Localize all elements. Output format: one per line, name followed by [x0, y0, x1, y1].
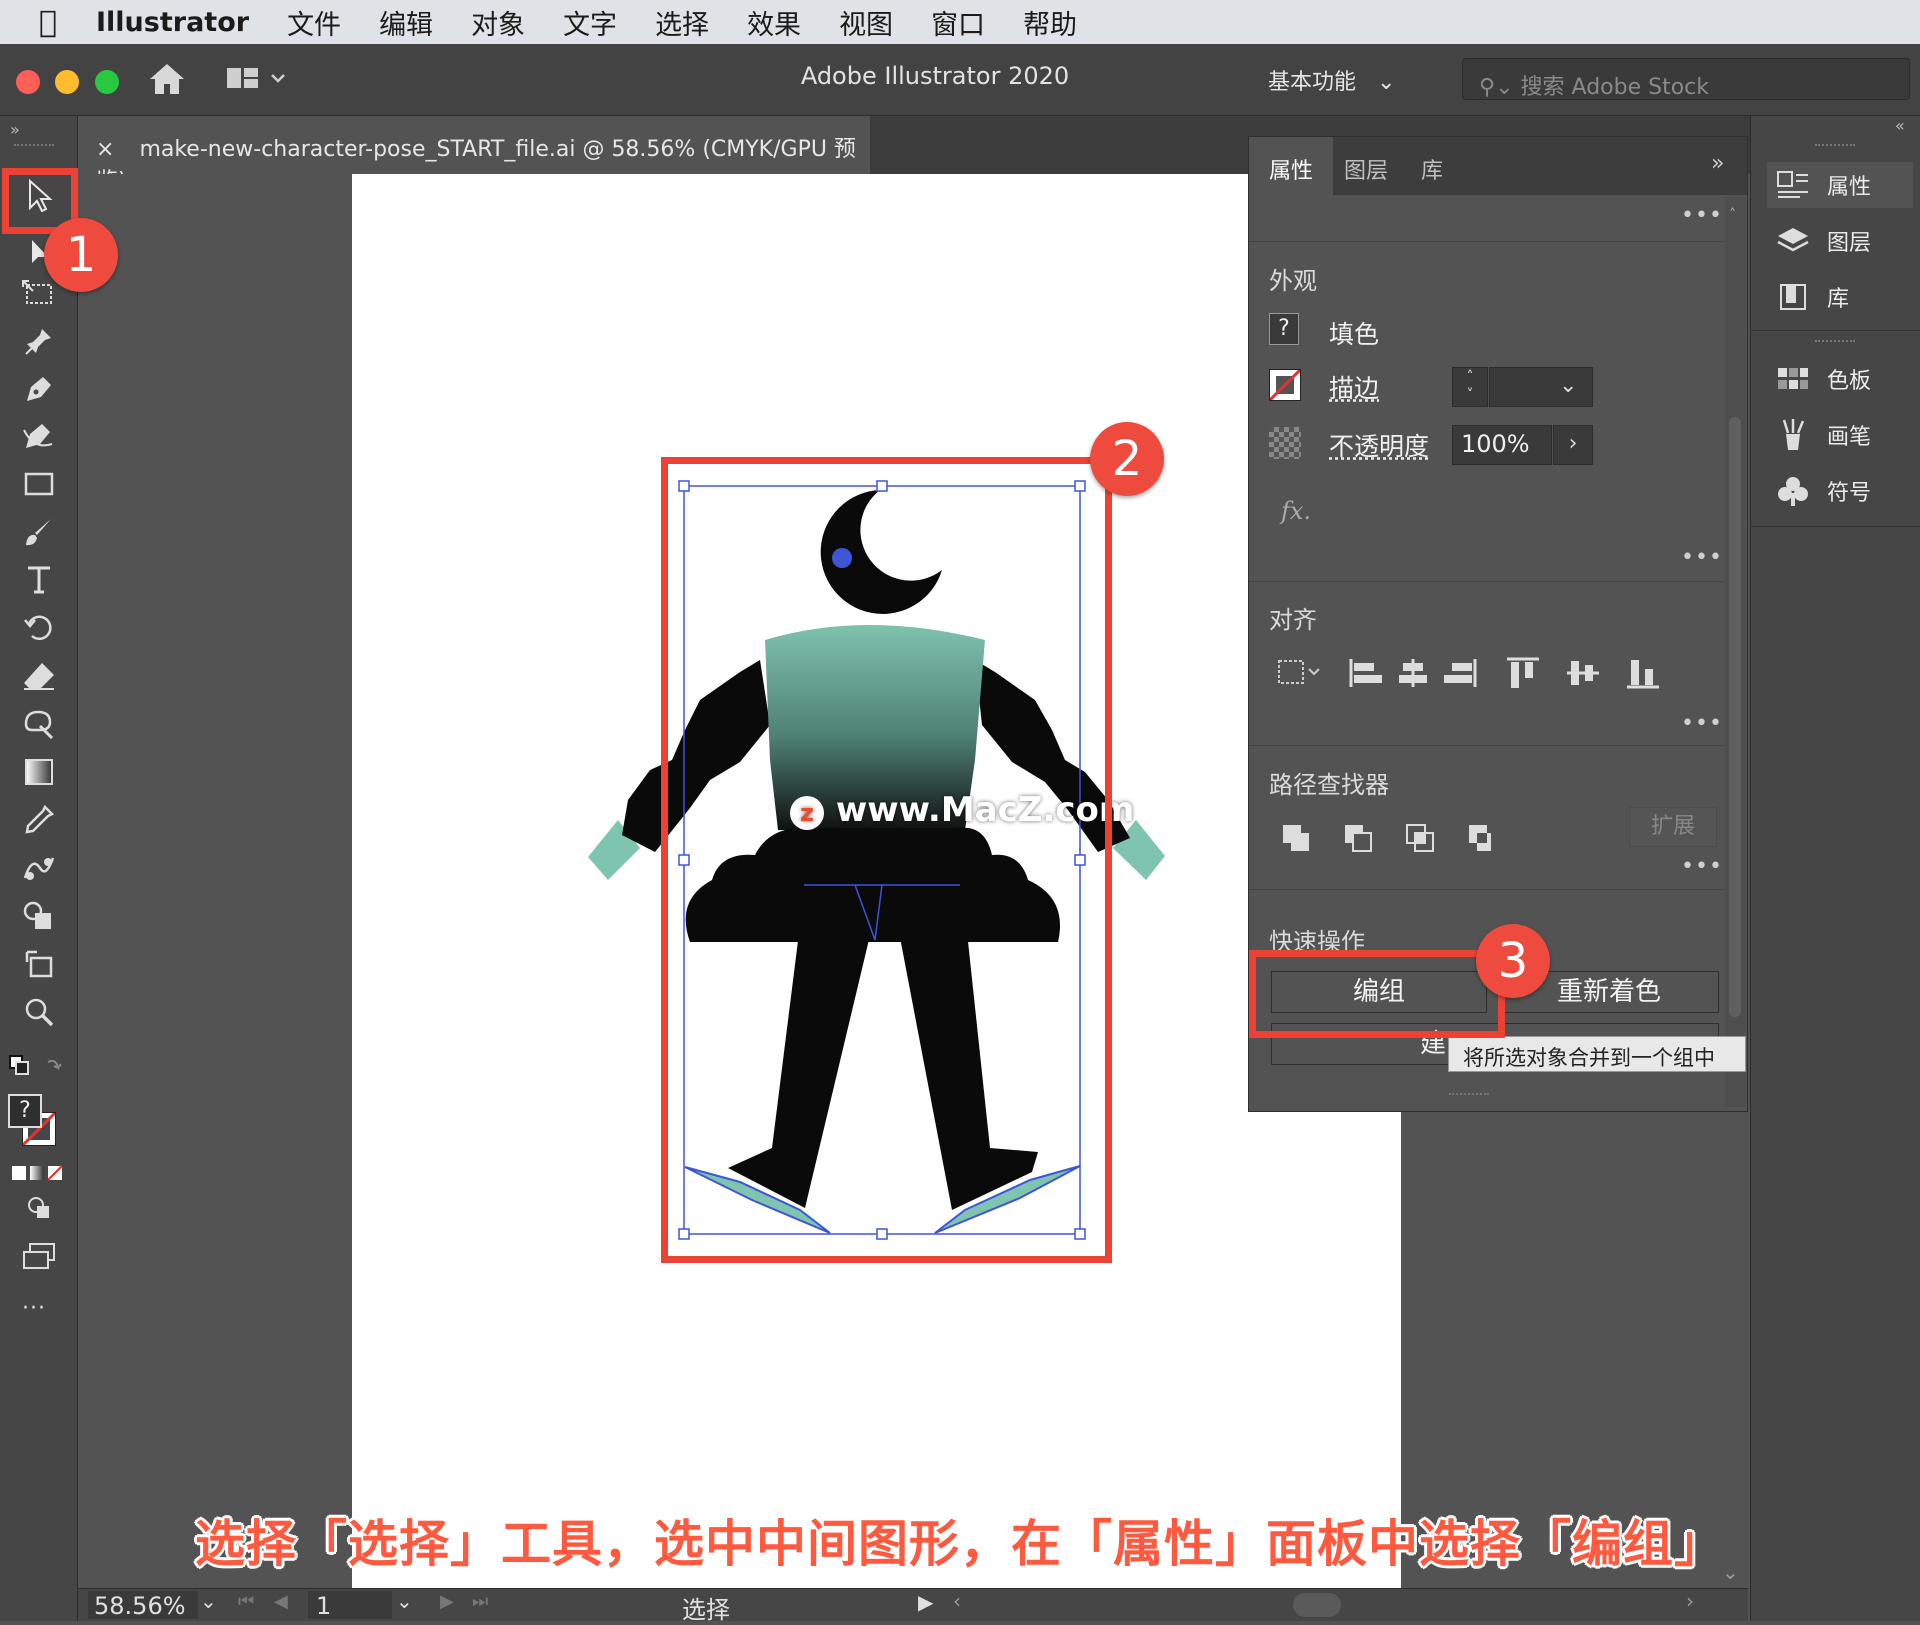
dock-label-brushes: 画笔: [1827, 425, 1872, 450]
appearance-more-icon[interactable]: •••: [1681, 545, 1723, 570]
status-menu-icon[interactable]: ▶: [918, 1590, 933, 1614]
opacity-label[interactable]: 不透明度: [1329, 427, 1429, 463]
vertical-align-bottom-icon[interactable]: [1627, 660, 1659, 689]
pathfinder-section-title: 路径查找器: [1269, 771, 1389, 799]
layers-icon: [1773, 225, 1813, 257]
panel-scrollbar-thumb[interactable]: [1729, 417, 1741, 1017]
align-more-icon[interactable]: •••: [1681, 711, 1723, 736]
status-bar: 58.56% ⌄ ⏮ ◀ 1 ⌄ ▶ ⏭ 选择 ▶ ‹ ›: [78, 1588, 1748, 1624]
highlight-group-button: [1249, 950, 1505, 1038]
fill-label[interactable]: 填色: [1329, 315, 1379, 351]
vertical-align-center-icon[interactable]: [1567, 661, 1599, 685]
align-section-title: 对齐: [1269, 606, 1317, 634]
artboard-number-field[interactable]: 1: [308, 1591, 392, 1620]
horizontal-align-center-icon[interactable]: [1399, 659, 1427, 687]
dock-label-properties: 属性: [1827, 175, 1872, 200]
zoom-dropdown-icon[interactable]: ⌄: [200, 1589, 217, 1613]
panel-scrollbar[interactable]: ˄: [1725, 197, 1745, 1107]
group-button-tooltip: 将所选对象合并到一个组中: [1448, 1036, 1746, 1072]
stroke-weight-stepper[interactable]: ˄ ˅: [1452, 367, 1488, 407]
tab-layers[interactable]: 图层: [1333, 137, 1399, 195]
zoom-level-field[interactable]: 58.56%: [88, 1591, 198, 1620]
dock-label-symbols: 符号: [1827, 481, 1872, 506]
horizontal-align-left-icon[interactable]: [1349, 659, 1382, 687]
opacity-expand-icon[interactable]: ›: [1553, 425, 1593, 465]
panel-resize-grip[interactable]: [1449, 1093, 1489, 1095]
swatches-icon: [1773, 367, 1813, 391]
dock-item-libraries[interactable]: 库: [1773, 274, 1849, 320]
dock-item-brushes[interactable]: 画笔: [1773, 412, 1871, 458]
horizontal-align-right-icon[interactable]: [1444, 659, 1477, 687]
callout-step-3: 3: [1476, 924, 1550, 998]
pathfinder-minus-front-icon[interactable]: [1345, 825, 1372, 852]
tutorial-caption: 选择「选择」工具，选中中间图形，在「属性」面板中选择「编组」: [195, 1515, 1725, 1573]
align-to-selection-icon[interactable]: [1278, 660, 1320, 684]
dock-item-symbols[interactable]: 符号: [1773, 468, 1871, 514]
dock-label-layers: 图层: [1827, 231, 1872, 256]
divider: [1249, 889, 1731, 890]
pathfinder-more-icon[interactable]: •••: [1681, 854, 1723, 879]
dock-item-swatches[interactable]: 色板: [1773, 356, 1871, 402]
dock-item-properties[interactable]: 属性: [1767, 162, 1913, 208]
highlight-artwork-selection: [661, 457, 1112, 1263]
panel-collapse-icon[interactable]: »: [1711, 151, 1724, 176]
dock-grip[interactable]: [1815, 340, 1855, 342]
callout-step-2: 2: [1090, 422, 1164, 496]
divider: [1751, 330, 1920, 331]
pathfinder-expand-button[interactable]: 扩展: [1629, 807, 1717, 847]
dock-label-libraries: 库: [1827, 287, 1850, 312]
fill-swatch[interactable]: ?: [1269, 313, 1299, 345]
tab-properties[interactable]: 属性: [1249, 137, 1333, 195]
panel-options-icon[interactable]: •••: [1681, 203, 1723, 228]
vertical-align-top-icon[interactable]: [1507, 657, 1539, 688]
artboard-dropdown-icon[interactable]: ⌄: [396, 1589, 413, 1613]
dock-label-swatches: 色板: [1827, 369, 1872, 394]
last-artboard-icon[interactable]: ⏭: [472, 1591, 488, 1612]
pathfinder-exclude-icon[interactable]: [1469, 825, 1495, 851]
divider: [1249, 581, 1731, 582]
fx-effects-button[interactable]: fx.: [1281, 497, 1311, 525]
libraries-icon: [1773, 282, 1813, 312]
divider: [1751, 526, 1920, 527]
stroke-swatch[interactable]: [1268, 368, 1302, 402]
symbols-icon: [1773, 475, 1813, 507]
opacity-checker-icon: [1269, 427, 1301, 459]
tab-libraries[interactable]: 库: [1399, 137, 1465, 195]
opacity-input[interactable]: 100%: [1452, 425, 1552, 465]
stroke-weight-dropdown-icon[interactable]: ⌄: [1559, 373, 1577, 398]
expand-dock-icon[interactable]: «: [1895, 116, 1905, 135]
divider: [1249, 241, 1731, 242]
appearance-section-title: 外观: [1269, 267, 1317, 295]
right-panel-dock: « 属性 图层 库 色板 画笔 符号: [1750, 116, 1920, 1621]
previous-artboard-icon[interactable]: ◀: [274, 1591, 288, 1612]
first-artboard-icon[interactable]: ⏮: [238, 1591, 254, 1612]
pathfinder-unite-icon[interactable]: [1283, 825, 1309, 851]
align-icons-row: [1277, 655, 1707, 695]
callout-step-1: 1: [44, 218, 118, 292]
horizontal-scrollbar-thumb[interactable]: [1293, 1593, 1341, 1617]
pathfinder-icons-row: [1281, 823, 1495, 861]
stroke-label[interactable]: 描边: [1329, 369, 1379, 405]
next-artboard-icon[interactable]: ▶: [440, 1591, 454, 1612]
dock-item-layers[interactable]: 图层: [1773, 218, 1871, 264]
properties-icon: [1773, 170, 1813, 200]
scroll-up-icon[interactable]: ˄: [1729, 207, 1736, 223]
brushes-icon: [1773, 418, 1813, 452]
scroll-left-icon[interactable]: ‹: [953, 1589, 961, 1613]
scroll-right-icon[interactable]: ›: [1686, 1589, 1694, 1613]
panel-tab-strip: 属性 图层 库 »: [1249, 137, 1747, 195]
dock-grip[interactable]: [1815, 144, 1855, 146]
current-tool-label: 选择: [682, 1596, 730, 1624]
pathfinder-intersect-icon[interactable]: [1406, 824, 1434, 852]
divider: [1249, 745, 1731, 746]
